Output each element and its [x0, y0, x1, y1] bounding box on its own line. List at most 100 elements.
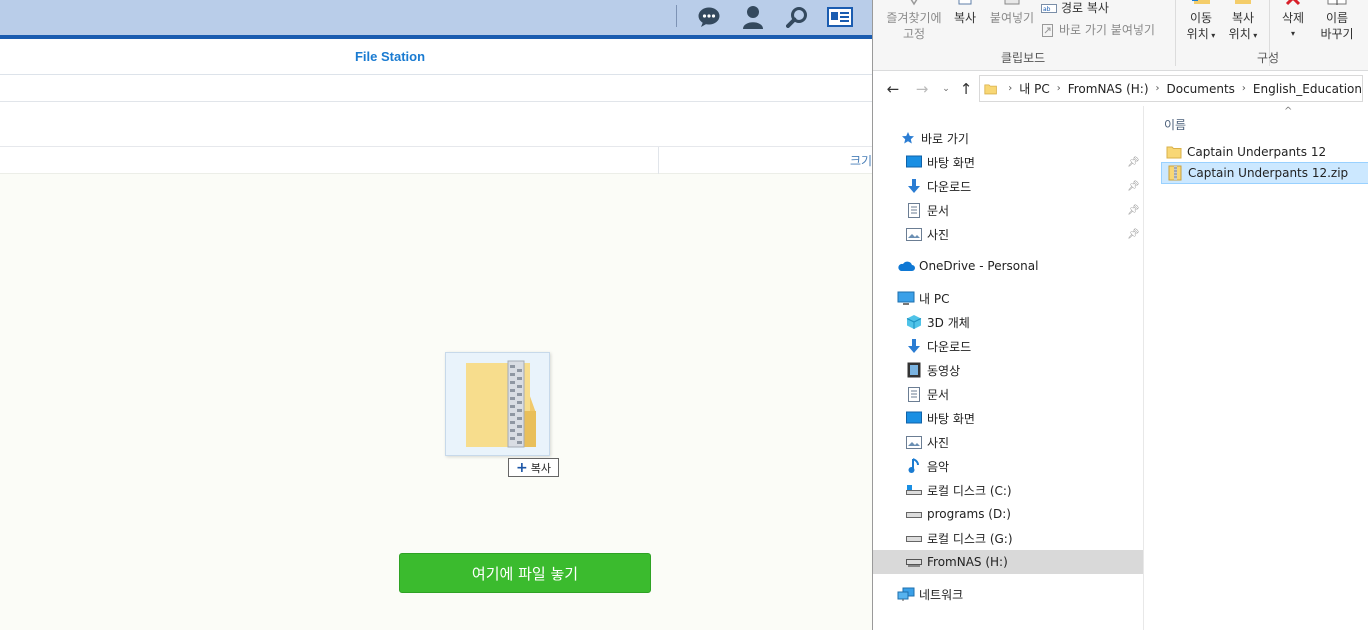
- paste-shortcut-button[interactable]: 바로 가기 붙여넣기: [1041, 22, 1155, 38]
- nav-desktop-pinned[interactable]: 바탕 화면 📌︎: [873, 150, 1143, 174]
- copy-button[interactable]: 복사: [949, 0, 981, 26]
- nav-label: 바탕 화면: [927, 411, 975, 426]
- folder-icon: [1165, 144, 1183, 160]
- filter-row: [0, 102, 872, 147]
- nav-label: 문서: [927, 203, 950, 218]
- nav-label: 다운로드: [927, 179, 972, 194]
- back-arrow-icon[interactable]: ←: [884, 80, 902, 98]
- file-list: ^ 이름 Captain Underpants 12 Captain Under…: [1157, 106, 1368, 630]
- user-icon[interactable]: [739, 3, 767, 31]
- nav-local-disk-g[interactable]: 로컬 디스크 (G:): [873, 526, 1143, 550]
- copy-label: 복사: [953, 11, 977, 25]
- address-bar[interactable]: › 내 PC › FromNAS (H:) › Documents › Engl…: [979, 75, 1363, 102]
- pin-icon: [910, 0, 918, 6]
- rename-label-1: 이름: [1325, 11, 1349, 25]
- nav-pictures-pinned[interactable]: 사진 📌︎: [873, 222, 1143, 246]
- drag-zip-preview: [445, 352, 550, 456]
- nav-documents-pinned[interactable]: 문서 📌︎: [873, 198, 1143, 222]
- nav-videos[interactable]: 동영상: [873, 358, 1143, 382]
- copy-path-button[interactable]: ab 경로 복사: [1041, 0, 1109, 16]
- move-to-label-2: 위치: [1186, 27, 1209, 41]
- forward-arrow-icon[interactable]: →: [913, 80, 931, 98]
- drive-icon: [905, 506, 923, 522]
- rename-button[interactable]: 이름 바꾸기: [1317, 0, 1357, 42]
- file-name: Captain Underpants 12.zip: [1188, 166, 1349, 180]
- music-icon: [905, 458, 923, 474]
- pictures-icon: [905, 226, 923, 242]
- copy-badge-label: 복사: [530, 461, 551, 475]
- column-divider[interactable]: [658, 147, 659, 174]
- nav-programs-d[interactable]: programs (D:): [873, 502, 1143, 526]
- paste-button[interactable]: 붙여넣기: [985, 0, 1039, 26]
- nav-label: 음악: [927, 459, 950, 474]
- nav-label: 네트워크: [919, 587, 964, 602]
- toolbar-row: [0, 75, 872, 102]
- nav-desktop[interactable]: 바탕 화면: [873, 406, 1143, 430]
- breadcrumb-documents[interactable]: Documents: [1167, 82, 1235, 96]
- breadcrumb-chevron-icon[interactable]: ›: [1008, 83, 1012, 94]
- nav-local-disk-c[interactable]: 로컬 디스크 (C:): [873, 478, 1143, 502]
- nav-network[interactable]: 네트워크: [873, 582, 1143, 606]
- drop-files-here-button[interactable]: 여기에 파일 놓기: [399, 553, 651, 593]
- nav-this-pc[interactable]: 내 PC: [873, 286, 1143, 310]
- paste-shortcut-label: 바로 가기 붙여넣기: [1059, 23, 1155, 37]
- video-icon: [905, 362, 923, 378]
- nav-downloads[interactable]: 다운로드: [873, 334, 1143, 358]
- ribbon-separator: [1175, 0, 1176, 66]
- rename-icon: [1327, 0, 1347, 5]
- pictures-icon: [905, 434, 923, 450]
- file-row-folder[interactable]: Captain Underpants 12: [1161, 141, 1368, 163]
- top-toolbar: [0, 0, 872, 35]
- nav-downloads-pinned[interactable]: 다운로드 📌︎: [873, 174, 1143, 198]
- delete-x-icon: [1285, 0, 1301, 6]
- delete-label: 삭제: [1281, 11, 1305, 25]
- chat-icon[interactable]: [695, 3, 723, 31]
- document-icon: [905, 386, 923, 402]
- breadcrumb-chevron-icon[interactable]: ›: [1057, 83, 1061, 94]
- pin-icon[interactable]: 📌︎: [1127, 229, 1140, 240]
- breadcrumb-chevron-icon[interactable]: ›: [1156, 83, 1160, 94]
- breadcrumb-this-pc[interactable]: 내 PC: [1019, 80, 1049, 97]
- column-name-header[interactable]: 이름: [1164, 116, 1186, 133]
- copy-to-button[interactable]: 복사 위치 ▾: [1223, 0, 1263, 44]
- nav-pictures[interactable]: 사진: [873, 430, 1143, 454]
- nav-quick-access[interactable]: 바로 가기: [873, 126, 1143, 150]
- file-name: Captain Underpants 12: [1187, 145, 1327, 159]
- nav-documents[interactable]: 문서: [873, 382, 1143, 406]
- nav-label: 동영상: [927, 363, 961, 378]
- file-row-zip[interactable]: Captain Underpants 12.zip: [1161, 162, 1368, 184]
- nav-label: FromNAS (H:): [927, 555, 1008, 569]
- up-arrow-icon[interactable]: ↑: [957, 80, 975, 98]
- nav-label: 3D 개체: [927, 315, 970, 330]
- delete-button[interactable]: 삭제 ▾: [1275, 0, 1311, 42]
- window-title: File Station: [354, 49, 426, 64]
- drive-icon: [905, 530, 923, 546]
- copy-path-label: 경로 복사: [1061, 1, 1109, 15]
- breadcrumb-chevron-icon[interactable]: ›: [1242, 83, 1246, 94]
- nav-label: 로컬 디스크 (C:): [927, 483, 1012, 498]
- nav-3d-objects[interactable]: 3D 개체: [873, 310, 1143, 334]
- nav-music[interactable]: 음악: [873, 454, 1143, 478]
- download-icon: [905, 338, 923, 354]
- pin-icon[interactable]: 📌︎: [1127, 181, 1140, 192]
- network-icon: [897, 586, 915, 602]
- move-to-label-1: 이동: [1189, 11, 1213, 25]
- widget-icon[interactable]: [826, 3, 854, 31]
- pin-icon[interactable]: 📌︎: [1127, 205, 1140, 216]
- recent-locations-chevron-icon[interactable]: ⌄: [937, 80, 955, 98]
- window-titlebar[interactable]: File Station: [0, 39, 872, 75]
- search-icon[interactable]: [783, 3, 811, 31]
- zip-folder-icon: [466, 360, 536, 448]
- pin-label-1: 즐겨찾기에: [886, 11, 942, 25]
- pin-icon[interactable]: 📌︎: [1127, 157, 1140, 168]
- pin-quick-access-button[interactable]: 즐겨찾기에 고정: [879, 0, 949, 42]
- nav-onedrive[interactable]: OneDrive - Personal: [873, 254, 1143, 278]
- nav-fromnas-h[interactable]: FromNAS (H:): [873, 550, 1143, 574]
- breadcrumb-english-education[interactable]: English_Education: [1253, 82, 1362, 96]
- plus-icon: +: [516, 459, 528, 476]
- column-size-header[interactable]: 크기: [850, 152, 872, 169]
- pane-splitter[interactable]: [1143, 106, 1144, 630]
- copy-to-icon: [1235, 0, 1251, 4]
- move-to-button[interactable]: 이동 위치 ▾: [1181, 0, 1221, 44]
- breadcrumb-fromnas[interactable]: FromNAS (H:): [1068, 82, 1149, 96]
